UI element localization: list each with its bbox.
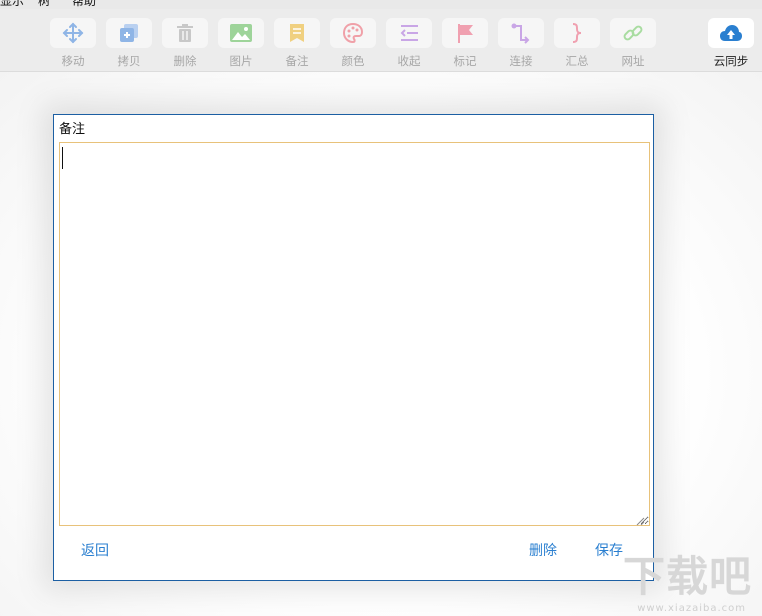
collapse-icon <box>400 25 418 41</box>
watermark-main: 下载吧 <box>622 552 752 601</box>
cloud-sync-button[interactable]: 云同步 <box>707 18 755 70</box>
back-button[interactable]: 返回 <box>81 540 109 560</box>
flag-icon <box>458 24 473 43</box>
delete-tool-button[interactable]: 删除 <box>161 18 209 70</box>
connect-label: 连接 <box>509 54 533 68</box>
note-button[interactable]: 备注 <box>273 18 321 70</box>
summary-label: 汇总 <box>565 54 589 68</box>
url-label: 网址 <box>621 54 645 68</box>
color-button[interactable]: 颜色 <box>329 18 377 70</box>
image-button[interactable]: 图片 <box>217 18 265 70</box>
copy-label: 拷贝 <box>117 54 141 68</box>
palette-icon <box>342 22 364 44</box>
move-label: 移动 <box>61 54 85 68</box>
text-caret <box>62 147 63 169</box>
menu-item-display[interactable]: 显示 <box>0 0 24 9</box>
note-icon <box>290 24 304 42</box>
resize-grip-icon[interactable] <box>636 517 645 526</box>
menu-item-tree[interactable]: 树 <box>38 0 50 9</box>
delete-tool-label: 删除 <box>173 54 197 68</box>
copy-icon <box>120 24 138 42</box>
summary-button[interactable]: 汇总 <box>553 18 601 70</box>
dialog-title: 备注 <box>59 122 86 137</box>
note-label: 备注 <box>285 54 309 68</box>
link-icon <box>623 25 643 41</box>
note-textarea[interactable] <box>59 142 650 526</box>
move-button[interactable]: 移动 <box>49 18 97 70</box>
toolbar: 移动 拷贝 删除 图片 备注 颜色 收起 标记 连接 汇总 网址 云同步 <box>0 9 762 72</box>
image-icon <box>230 24 252 42</box>
delete-note-button[interactable]: 删除 <box>529 540 557 560</box>
connect-icon <box>511 23 530 44</box>
connect-button[interactable]: 连接 <box>497 18 545 70</box>
flag-button[interactable]: 标记 <box>441 18 489 70</box>
move-icon <box>62 22 84 44</box>
flag-label: 标记 <box>453 54 477 68</box>
color-label: 颜色 <box>341 54 365 68</box>
copy-button[interactable]: 拷贝 <box>105 18 153 70</box>
menu-item-help[interactable]: 帮助 <box>72 0 96 9</box>
brace-icon <box>572 23 582 43</box>
trash-icon <box>177 24 193 42</box>
watermark-logo: 下载吧 www.xiazaiba.com <box>616 552 756 614</box>
url-button[interactable]: 网址 <box>609 18 657 70</box>
watermark-url: www.xiazaiba.com <box>637 603 746 614</box>
menu-bar: 显示 树 帮助 <box>0 0 762 9</box>
save-button[interactable]: 保存 <box>595 540 623 560</box>
cloud-sync-label: 云同步 <box>713 54 749 68</box>
cloud-upload-icon <box>720 25 742 41</box>
note-dialog: 备注 返回 删除 保存 <box>53 114 654 581</box>
image-label: 图片 <box>229 54 253 68</box>
collapse-button[interactable]: 收起 <box>385 18 433 70</box>
collapse-label: 收起 <box>397 54 421 68</box>
